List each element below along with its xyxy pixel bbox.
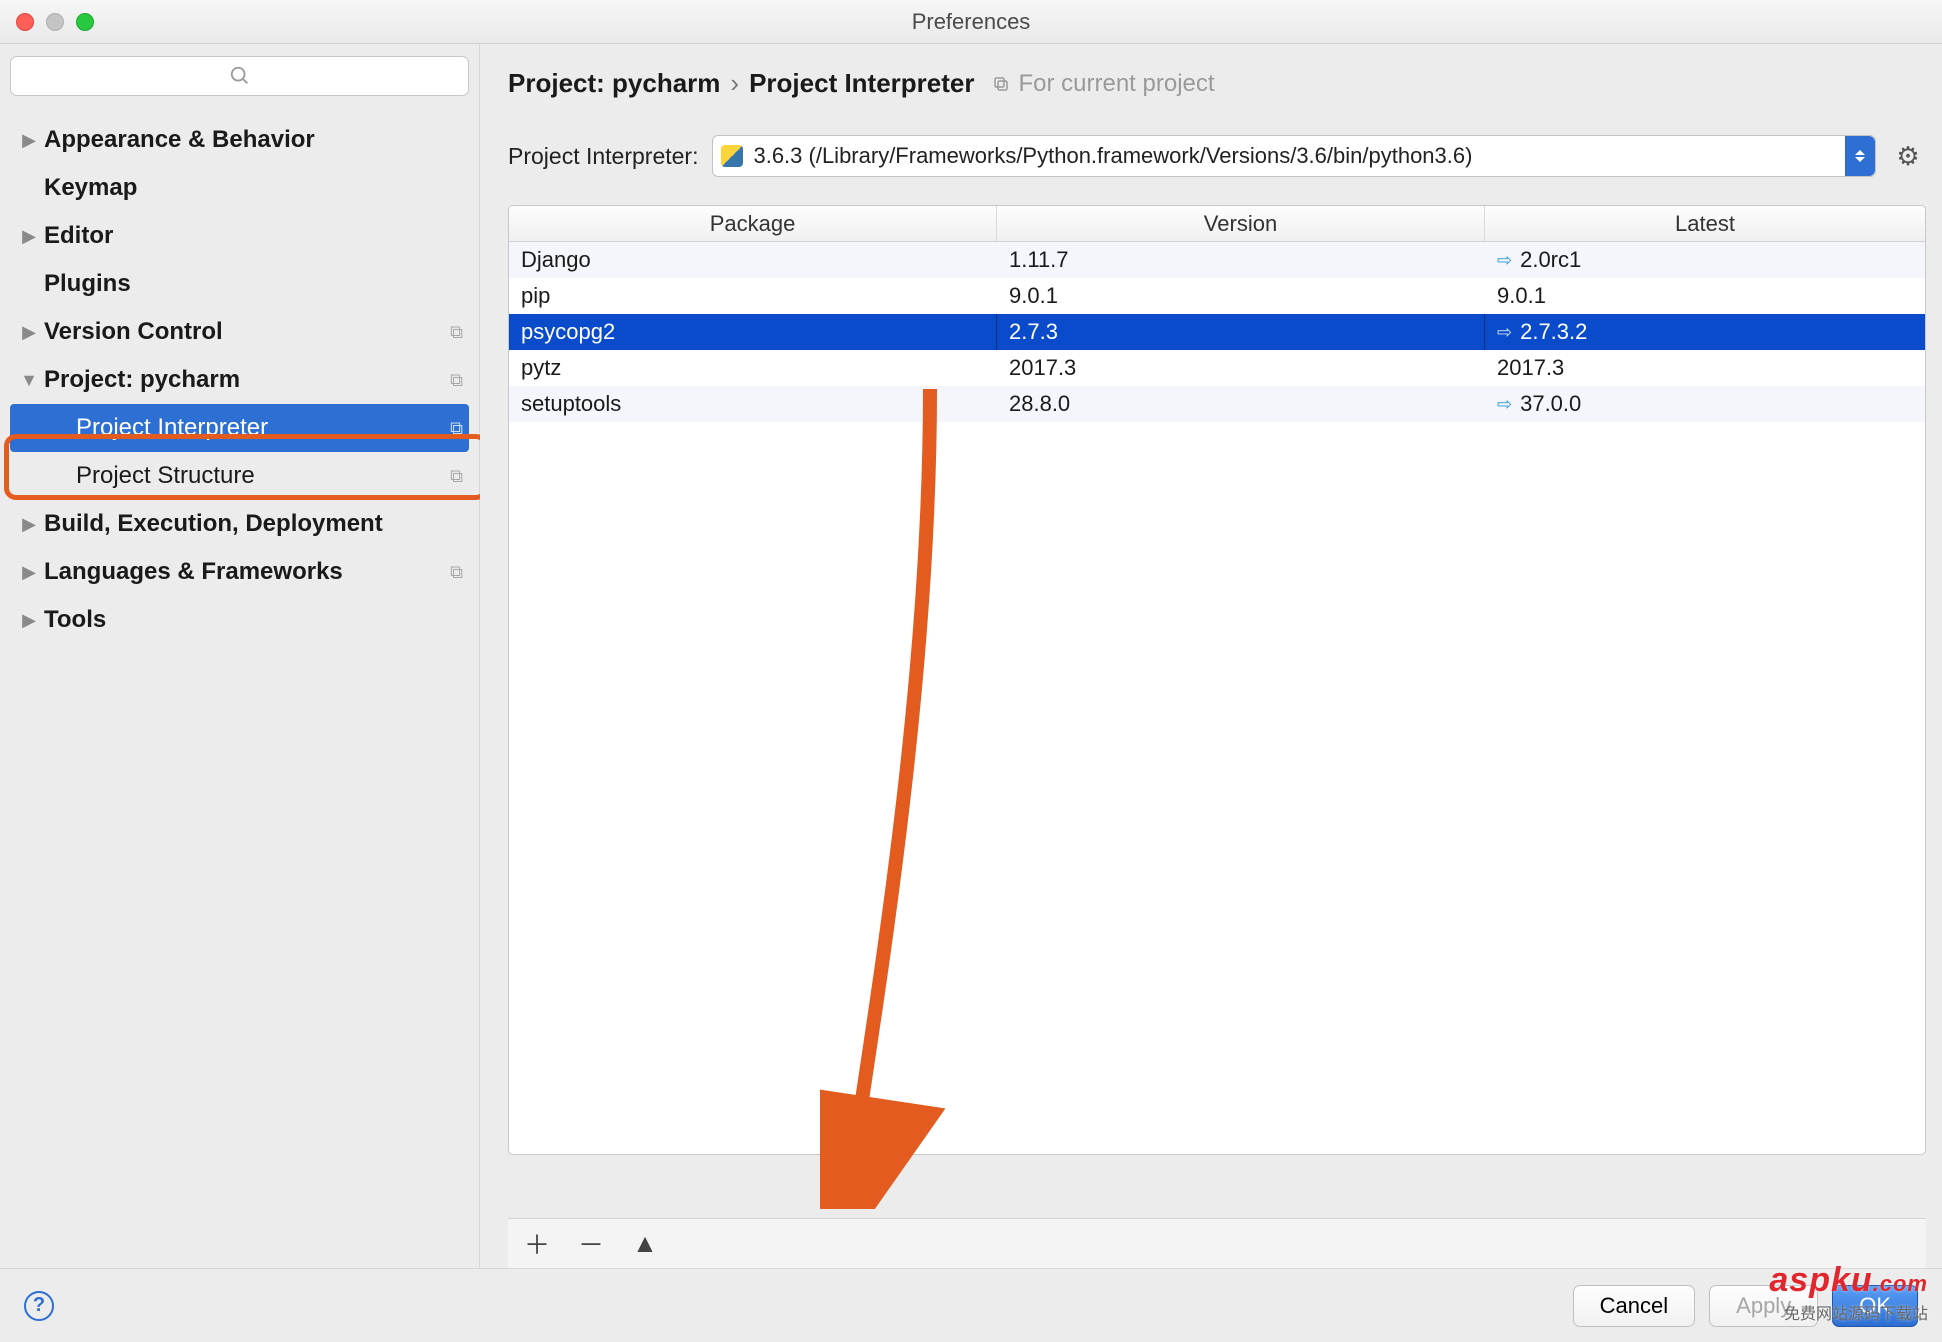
cell-package: psycopg2 bbox=[509, 314, 997, 350]
upgrade-arrow-icon: ⇨ bbox=[1497, 394, 1512, 415]
sidebar-item-editor[interactable]: ▶Editor bbox=[10, 212, 469, 260]
sidebar-item-label: Project: pycharm bbox=[44, 366, 240, 394]
chevron-right-icon[interactable]: ▶ bbox=[16, 562, 42, 583]
cell-latest: ⇨2.7.3.2 bbox=[1485, 314, 1925, 350]
packages-table: Package Version Latest Django1.11.7⇨2.0r… bbox=[508, 205, 1926, 1155]
sidebar-item-plugins[interactable]: Plugins bbox=[10, 260, 469, 308]
watermark: aspku.com 免费网站源码下载站 bbox=[1769, 1261, 1928, 1324]
sidebar-item-label: Project Interpreter bbox=[76, 414, 268, 442]
cell-latest: ⇨37.0.0 bbox=[1485, 386, 1925, 422]
interpreter-select[interactable]: 3.6.3 (/Library/Frameworks/Python.framew… bbox=[712, 135, 1876, 177]
chevron-right-icon[interactable]: ▶ bbox=[16, 226, 42, 247]
sidebar-item-label: Plugins bbox=[44, 270, 131, 298]
help-button[interactable]: ? bbox=[24, 1291, 54, 1321]
settings-tree: ▶Appearance & BehaviorKeymap▶EditorPlugi… bbox=[10, 116, 469, 644]
sidebar-item-label: Build, Execution, Deployment bbox=[44, 510, 383, 538]
chevron-right-icon[interactable]: ▶ bbox=[16, 610, 42, 631]
sidebar-item-project-pycharm[interactable]: ▼Project: pycharm ⧉ bbox=[10, 356, 469, 404]
sidebar-item-project-structure[interactable]: Project Structure ⧉ bbox=[10, 452, 469, 500]
table-row[interactable]: pip9.0.19.0.1 bbox=[509, 278, 1925, 314]
interpreter-value: 3.6.3 (/Library/Frameworks/Python.framew… bbox=[753, 143, 1472, 169]
window-title: Preferences bbox=[912, 9, 1031, 35]
chevron-right-icon[interactable]: ▶ bbox=[16, 322, 42, 343]
upgrade-arrow-icon: ⇨ bbox=[1497, 250, 1512, 271]
breadcrumb: Project: pycharm › Project Interpreter F… bbox=[508, 68, 1926, 99]
content-panel: Project: pycharm › Project Interpreter F… bbox=[480, 44, 1942, 1268]
select-arrows-icon[interactable] bbox=[1845, 136, 1875, 176]
sidebar-item-keymap[interactable]: Keymap bbox=[10, 164, 469, 212]
upgrade-package-button[interactable]: ▲ bbox=[632, 1228, 658, 1259]
add-package-button[interactable]: ＋ bbox=[524, 1225, 550, 1262]
sidebar: ▶Appearance & BehaviorKeymap▶EditorPlugi… bbox=[0, 44, 480, 1268]
cell-latest: 9.0.1 bbox=[1485, 278, 1925, 314]
breadcrumb-project: Project: pycharm bbox=[508, 68, 720, 99]
cell-latest: ⇨2.0rc1 bbox=[1485, 242, 1925, 278]
cell-version: 9.0.1 bbox=[997, 278, 1485, 314]
chevron-right-icon[interactable]: ▶ bbox=[16, 514, 42, 535]
chevron-right-icon[interactable]: ▶ bbox=[16, 130, 42, 151]
dialog-footer: ? Cancel Apply OK bbox=[0, 1268, 1942, 1342]
upgrade-arrow-icon: ⇨ bbox=[1497, 322, 1512, 343]
breadcrumb-sep: › bbox=[730, 68, 739, 99]
search-input[interactable] bbox=[10, 56, 469, 96]
sidebar-item-label: Tools bbox=[44, 606, 106, 634]
cell-latest: 2017.3 bbox=[1485, 350, 1925, 386]
cell-package: Django bbox=[509, 242, 997, 278]
table-row[interactable]: setuptools28.8.0⇨37.0.0 bbox=[509, 386, 1925, 422]
copy-icon: ⧉ bbox=[450, 322, 463, 343]
th-version[interactable]: Version bbox=[997, 206, 1485, 241]
table-row[interactable]: psycopg22.7.3⇨2.7.3.2 bbox=[509, 314, 1925, 350]
sidebar-item-label: Editor bbox=[44, 222, 113, 250]
th-latest[interactable]: Latest bbox=[1485, 206, 1925, 241]
cell-version: 28.8.0 bbox=[997, 386, 1485, 422]
titlebar: Preferences bbox=[0, 0, 1942, 44]
gear-icon[interactable]: ⚙ bbox=[1890, 138, 1926, 174]
copy-icon: ⧉ bbox=[450, 370, 463, 391]
breadcrumb-note: For current project bbox=[992, 70, 1214, 98]
table-toolbar: ＋ － ▲ bbox=[508, 1218, 1926, 1268]
close-icon[interactable] bbox=[16, 13, 34, 31]
cell-package: setuptools bbox=[509, 386, 997, 422]
chevron-down-icon[interactable]: ▼ bbox=[16, 370, 42, 391]
maximize-icon[interactable] bbox=[76, 13, 94, 31]
cancel-button[interactable]: Cancel bbox=[1573, 1285, 1695, 1327]
table-row[interactable]: Django1.11.7⇨2.0rc1 bbox=[509, 242, 1925, 278]
sidebar-item-label: Appearance & Behavior bbox=[44, 126, 315, 154]
cell-version: 2.7.3 bbox=[997, 314, 1485, 350]
copy-icon: ⧉ bbox=[450, 418, 463, 439]
interpreter-label: Project Interpreter: bbox=[508, 143, 698, 170]
breadcrumb-page: Project Interpreter bbox=[749, 68, 974, 99]
cell-package: pip bbox=[509, 278, 997, 314]
sidebar-item-tools[interactable]: ▶Tools bbox=[10, 596, 469, 644]
cell-package: pytz bbox=[509, 350, 997, 386]
search-icon bbox=[229, 65, 251, 87]
window-controls bbox=[16, 13, 94, 31]
sidebar-item-build-execution-deployment[interactable]: ▶Build, Execution, Deployment bbox=[10, 500, 469, 548]
table-row[interactable]: pytz2017.32017.3 bbox=[509, 350, 1925, 386]
cell-version: 1.11.7 bbox=[997, 242, 1485, 278]
copy-icon: ⧉ bbox=[450, 466, 463, 487]
sidebar-item-label: Keymap bbox=[44, 174, 137, 202]
table-header: Package Version Latest bbox=[509, 206, 1925, 242]
sidebar-item-version-control[interactable]: ▶Version Control ⧉ bbox=[10, 308, 469, 356]
python-icon bbox=[721, 145, 743, 167]
copy-icon bbox=[992, 75, 1010, 93]
sidebar-item-appearance-behavior[interactable]: ▶Appearance & Behavior bbox=[10, 116, 469, 164]
sidebar-item-label: Project Structure bbox=[76, 462, 255, 490]
sidebar-item-label: Version Control bbox=[44, 318, 223, 346]
copy-icon: ⧉ bbox=[450, 562, 463, 583]
th-package[interactable]: Package bbox=[509, 206, 997, 241]
sidebar-item-label: Languages & Frameworks bbox=[44, 558, 343, 586]
remove-package-button[interactable]: － bbox=[578, 1225, 604, 1262]
cell-version: 2017.3 bbox=[997, 350, 1485, 386]
minimize-icon[interactable] bbox=[46, 13, 64, 31]
sidebar-item-project-interpreter[interactable]: Project Interpreter ⧉ bbox=[10, 404, 469, 452]
sidebar-item-languages-frameworks[interactable]: ▶Languages & Frameworks ⧉ bbox=[10, 548, 469, 596]
